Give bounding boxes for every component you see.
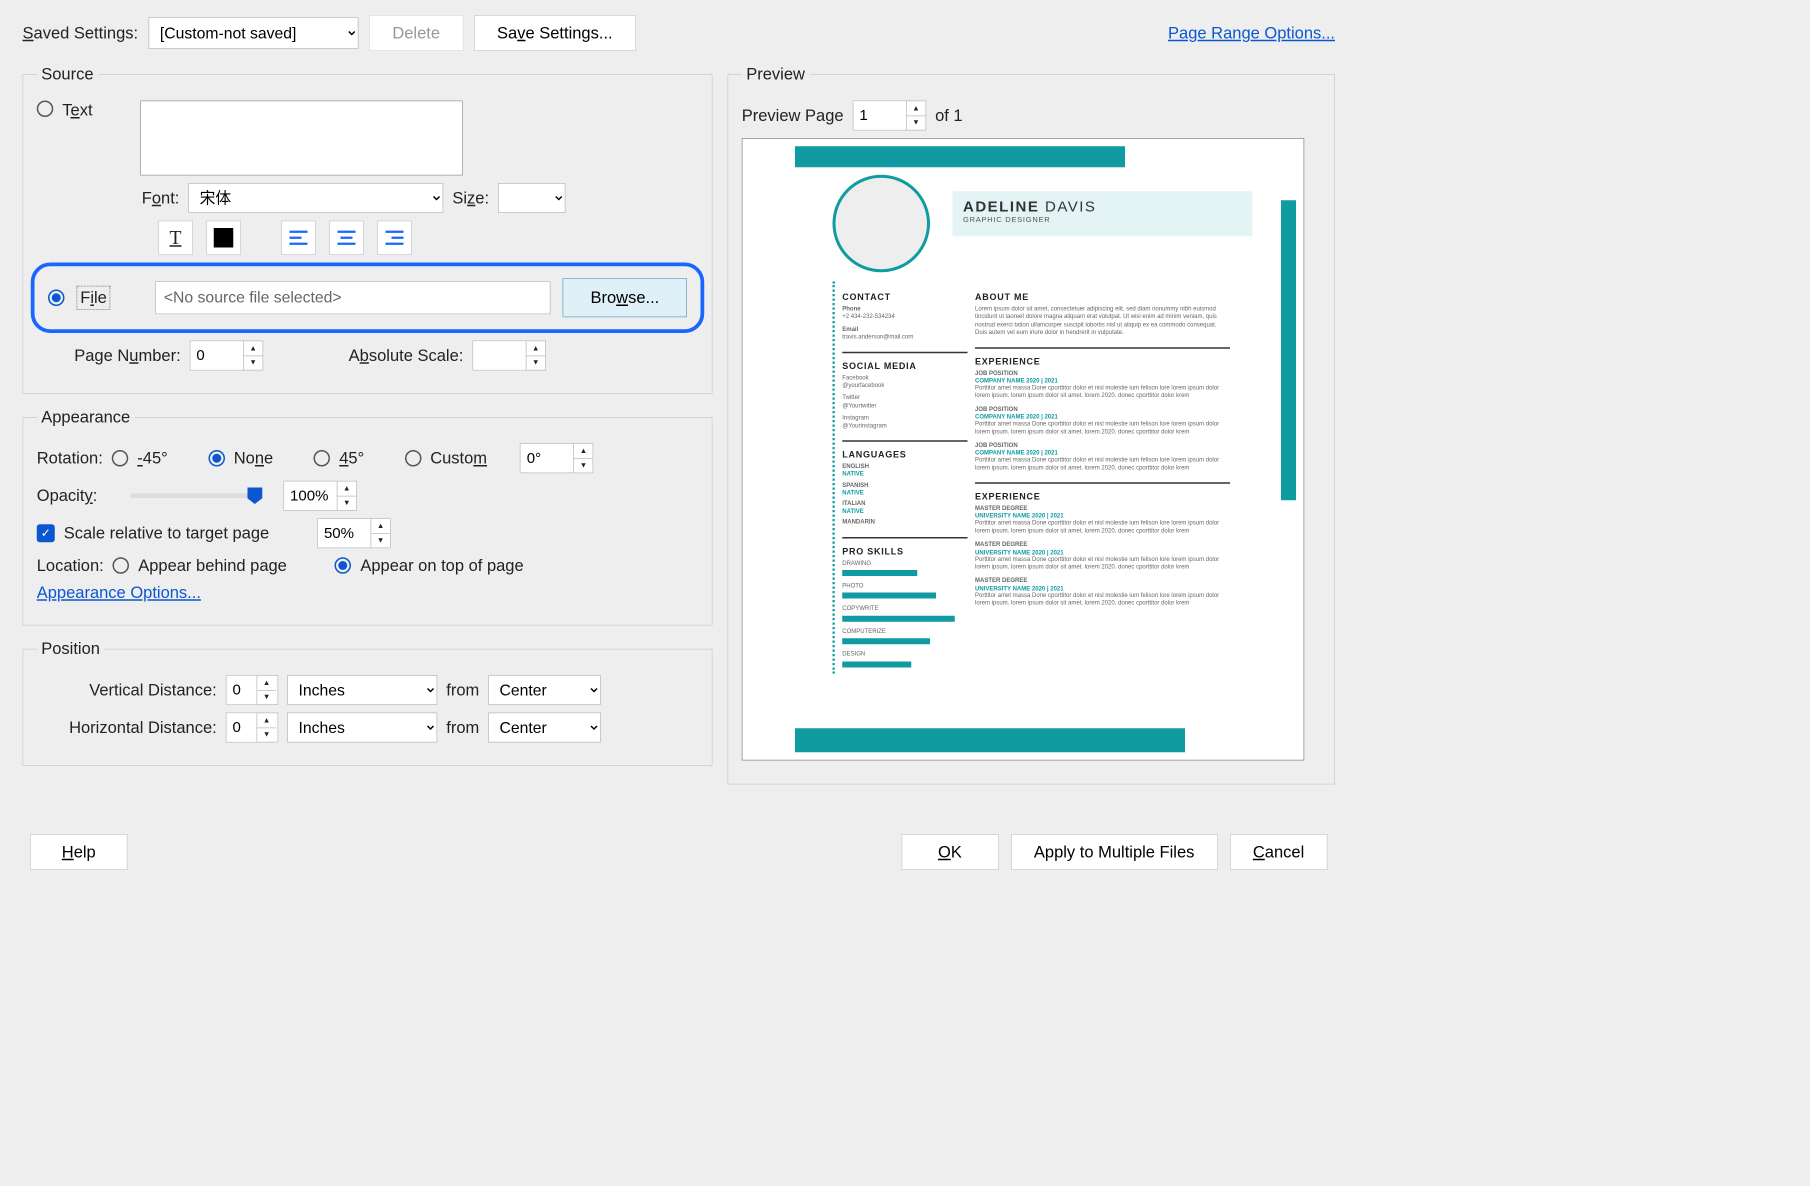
preview-of-label: of 1 <box>935 106 963 126</box>
location-behind-label: Appear behind page <box>138 556 287 576</box>
appearance-legend: Appearance <box>37 407 135 427</box>
absolute-scale-label: Absolute Scale: <box>349 346 464 366</box>
delete-button[interactable]: Delete <box>369 15 463 51</box>
size-select[interactable] <box>498 183 566 213</box>
browse-button[interactable]: Browse... <box>563 278 687 317</box>
rotation-45-label: 45° <box>339 449 364 469</box>
rotation-none-radio[interactable] <box>208 450 225 467</box>
spinner-up-icon: ▲ <box>244 341 263 356</box>
resume-preview: ADELINE DAVIS GRAPHIC DESIGNER CONTACT P… <box>750 146 1296 752</box>
position-legend: Position <box>37 639 105 659</box>
file-path-input[interactable] <box>156 281 551 314</box>
opacity-spinner[interactable]: ▲▼ <box>283 481 357 511</box>
opacity-label: Opacity: <box>37 486 98 506</box>
avatar <box>833 175 931 273</box>
scale-relative-label: Scale relative to target page <box>64 524 269 544</box>
text-underline-icon[interactable]: T <box>158 221 193 256</box>
vdist-unit-select[interactable]: Inches <box>287 675 437 705</box>
hdist-spinner[interactable]: ▲▼ <box>226 713 279 743</box>
text-radio-label: Text <box>62 101 92 121</box>
rotation-custom-radio[interactable] <box>405 450 422 467</box>
preview-page-label: Preview Page <box>742 106 844 126</box>
opacity-slider[interactable] <box>130 494 258 499</box>
text-input[interactable] <box>141 101 464 176</box>
rotation-45-radio[interactable] <box>314 450 331 467</box>
rotation-m45-label: -45° <box>137 449 167 469</box>
saved-settings-label: Saved Settings: <box>23 23 139 43</box>
location-behind-radio[interactable] <box>113 557 130 574</box>
align-right-icon[interactable] <box>377 221 412 256</box>
scale-spinner[interactable]: ▲▼ <box>317 518 391 548</box>
appearance-options-link[interactable]: Appearance Options... <box>37 583 201 603</box>
vdist-label: Vertical Distance: <box>67 680 217 700</box>
saved-settings-select[interactable]: [Custom-not saved] <box>149 17 359 49</box>
file-radio-label: File <box>77 286 111 310</box>
location-ontop-radio[interactable] <box>335 557 352 574</box>
rotation-custom-spinner[interactable]: ▲▼ <box>520 443 594 473</box>
preview-page-spinner[interactable]: ▲▼ <box>853 101 927 131</box>
page-number-label: Page Number: <box>74 346 180 366</box>
rotation-none-label: None <box>234 449 273 469</box>
align-left-icon[interactable] <box>281 221 316 256</box>
preview-fieldset: Preview Preview Page ▲▼ of 1 <box>728 65 1336 785</box>
text-radio[interactable] <box>37 101 54 118</box>
position-fieldset: Position Vertical Distance: ▲▼ Inches fr… <box>23 639 713 766</box>
page-range-options-link[interactable]: Page Range Options... <box>1168 23 1335 43</box>
rotation-custom-label: Custom <box>430 449 487 469</box>
source-fieldset: Source Text Font: 宋体 Size: T <box>23 65 713 394</box>
appearance-fieldset: Appearance Rotation: -45° None 45° Custo… <box>23 407 713 625</box>
vdist-from-label: from <box>446 680 479 700</box>
scale-relative-checkbox[interactable]: ✓ <box>37 524 55 542</box>
hdist-unit-select[interactable]: Inches <box>287 713 437 743</box>
text-color-icon[interactable] <box>206 221 241 256</box>
location-label: Location: <box>37 556 104 576</box>
preview-canvas: ADELINE DAVIS GRAPHIC DESIGNER CONTACT P… <box>742 138 1305 761</box>
vdist-from-select[interactable]: Center <box>488 675 601 705</box>
slider-thumb-icon[interactable] <box>247 488 262 505</box>
size-label: Size: <box>452 188 489 208</box>
rotation-label: Rotation: <box>37 449 103 469</box>
font-select[interactable]: 宋体 <box>188 183 443 213</box>
absolute-scale-spinner[interactable]: ▲▼ <box>472 341 546 371</box>
font-label: Font: <box>142 188 180 208</box>
ok-button[interactable]: OK <box>901 834 999 870</box>
file-radio[interactable] <box>48 290 65 307</box>
file-source-highlight: File Browse... <box>31 263 705 334</box>
vdist-spinner[interactable]: ▲▼ <box>226 675 279 705</box>
source-legend: Source <box>37 65 98 85</box>
spinner-down-icon: ▼ <box>244 356 263 370</box>
save-settings-button[interactable]: Save Settings... <box>474 15 636 51</box>
align-center-icon[interactable] <box>329 221 364 256</box>
apply-multiple-button[interactable]: Apply to Multiple Files <box>1011 834 1218 870</box>
cancel-button[interactable]: Cancel <box>1230 834 1328 870</box>
rotation-m45-radio[interactable] <box>112 450 129 467</box>
page-number-spinner[interactable]: ▲▼ <box>190 341 264 371</box>
location-ontop-label: Appear on top of page <box>360 556 523 576</box>
preview-legend: Preview <box>742 65 810 85</box>
hdist-label: Horizontal Distance: <box>67 718 217 738</box>
help-button[interactable]: Help <box>30 834 128 870</box>
hdist-from-label: from <box>446 718 479 738</box>
hdist-from-select[interactable]: Center <box>488 713 601 743</box>
